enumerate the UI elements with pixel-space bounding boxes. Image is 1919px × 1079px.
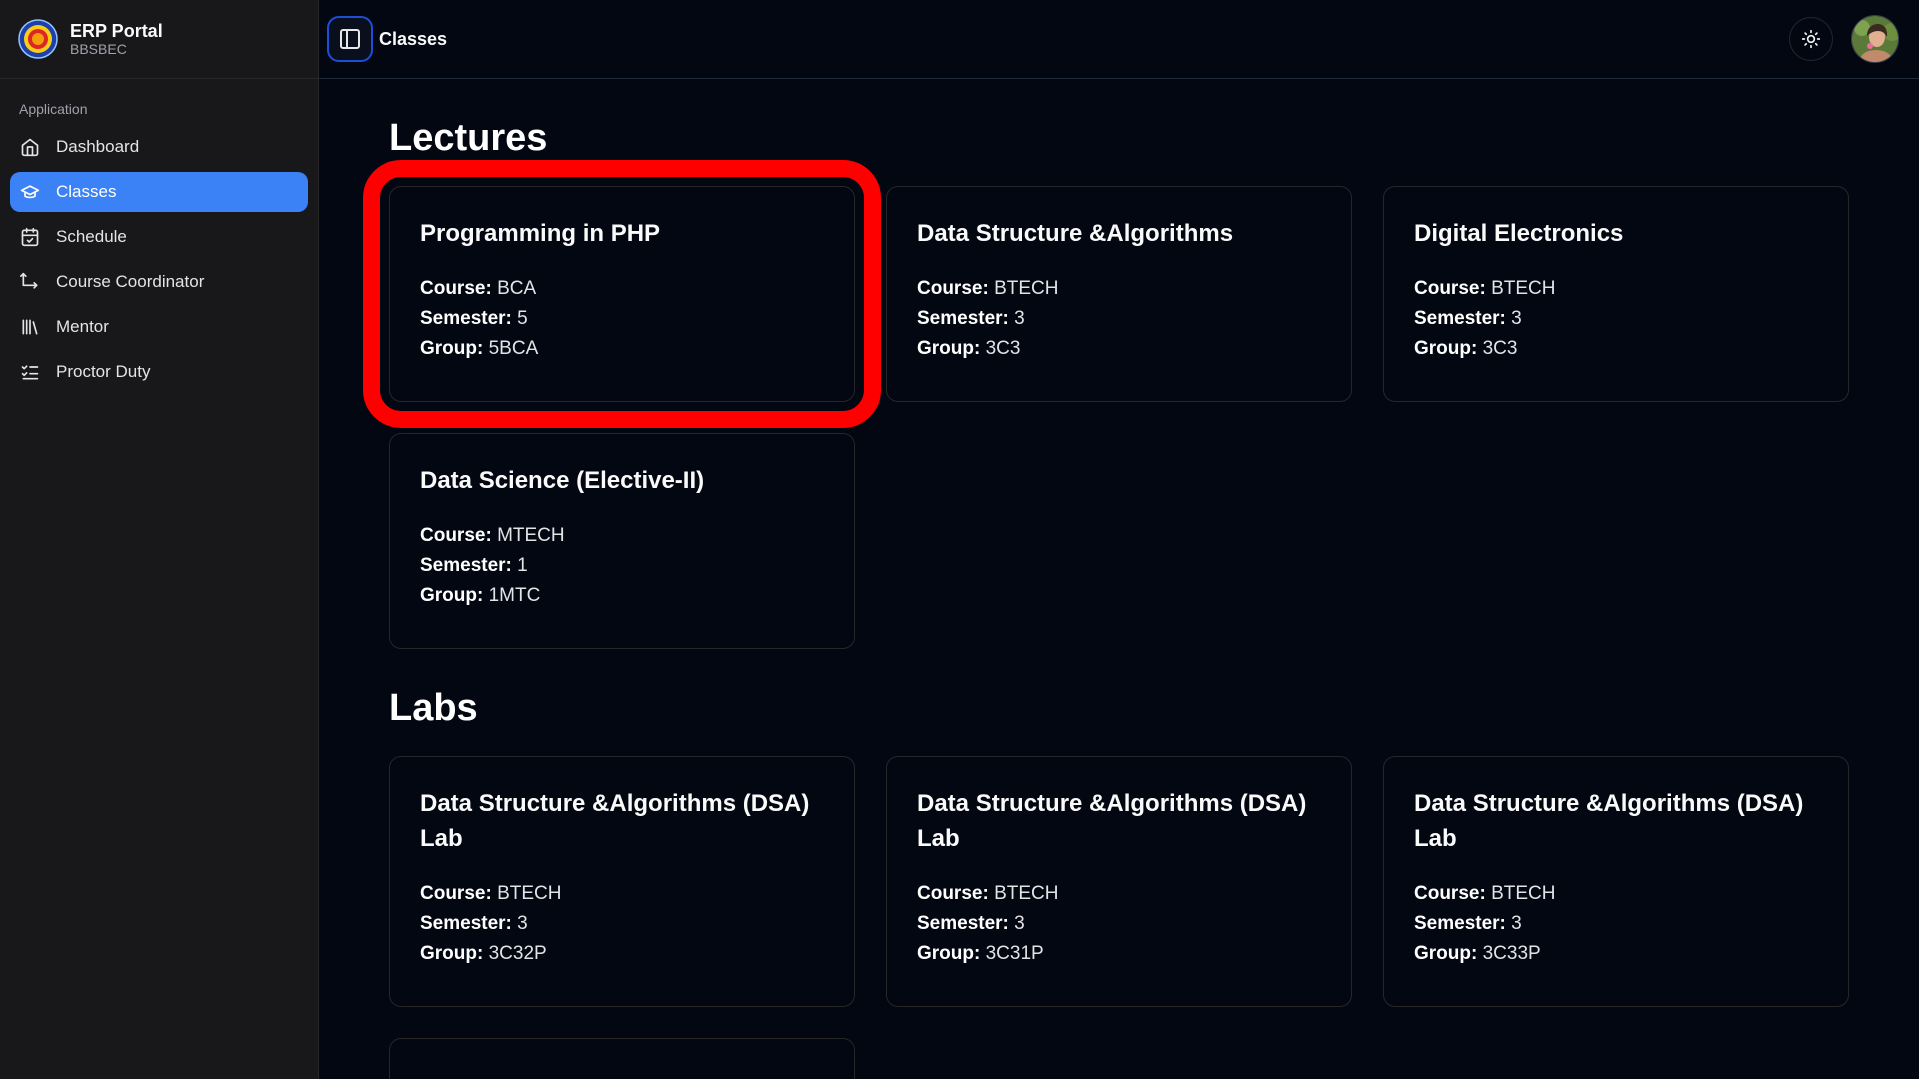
card-title: Programming in PHP xyxy=(420,220,661,247)
card-group: Group: 1MTC xyxy=(420,584,541,606)
card-course: Course: BTECH xyxy=(917,277,1059,299)
card-course: Course: MTECH xyxy=(420,524,565,546)
card-course: Course: BTECH xyxy=(420,882,562,904)
brand-subtitle: BBSBEC xyxy=(70,41,127,58)
sidebar-item-schedule[interactable]: Schedule xyxy=(10,217,308,257)
card-title: Digital Electronics xyxy=(1414,220,1624,247)
lectures-grid: Programming in PHP Course: BCA Semester:… xyxy=(363,160,1849,649)
sidebar-nav: Dashboard Classes Schedule Course Coordi… xyxy=(0,127,318,392)
calendar-icon xyxy=(21,227,39,247)
graduation-cap-icon xyxy=(20,185,40,199)
card-group: Group: 5BCA xyxy=(420,337,539,359)
library-icon xyxy=(22,319,38,335)
card-course: Course: BTECH xyxy=(1414,277,1556,299)
lecture-card-programming-in-php[interactable]: Programming in PHP Course: BCA Semester:… xyxy=(363,160,881,428)
sidebar-toggle-button[interactable] xyxy=(327,16,373,62)
lab-card-dsa-3c32p[interactable]: Data Structure &Algorithms (DSA) Lab Cou… xyxy=(389,756,855,1007)
card-semester: Semester: 3 xyxy=(917,307,1025,329)
brand[interactable]: ERP Portal BBSBEC xyxy=(0,0,318,79)
sidebar-item-label: Classes xyxy=(56,182,117,201)
lab-card-dsa-3c31p[interactable]: Data Structure &Algorithms (DSA) Lab Cou… xyxy=(886,756,1352,1007)
sidebar-item-classes[interactable]: Classes xyxy=(10,172,308,212)
card-group: Group: 3C33P xyxy=(1414,942,1541,964)
sidebar-item-dashboard[interactable]: Dashboard xyxy=(10,127,308,167)
labs-grid: Data Structure &Algorithms (DSA) Lab Cou… xyxy=(389,756,1849,1079)
card-group: Group: 3C3 xyxy=(1414,337,1518,359)
sidebar-item-label: Dashboard xyxy=(56,137,140,156)
sidebar-item-label: Proctor Duty xyxy=(56,362,151,381)
route-icon xyxy=(20,272,38,289)
card-group: Group: 3C31P xyxy=(917,942,1044,964)
lab-card-partial[interactable] xyxy=(389,1038,855,1079)
sidebar-item-proctor-duty[interactable]: Proctor Duty xyxy=(10,352,308,392)
card-group: Group: 3C32P xyxy=(420,942,547,964)
panel-left-icon xyxy=(340,29,360,49)
list-checks-icon xyxy=(21,365,39,380)
card-title: Data Structure &Algorithms xyxy=(917,220,1234,247)
classes-content: Lectures Programming in PHP Course: BCA … xyxy=(319,79,1919,1079)
lecture-card-data-science[interactable]: Data Science (Elective-II) Course: MTECH… xyxy=(389,433,855,649)
card-semester: Semester: 3 xyxy=(917,912,1025,934)
card-title: Data Structure &Algorithms (DSA) Lab xyxy=(917,790,1307,852)
lecture-card-digital-electronics[interactable]: Digital Electronics Course: BTECH Semest… xyxy=(1383,186,1849,402)
user-avatar[interactable] xyxy=(1851,15,1899,63)
sidebar-item-course-coordinator[interactable]: Course Coordinator xyxy=(10,262,308,302)
sun-icon xyxy=(1801,29,1821,49)
labs-heading: Labs xyxy=(389,687,478,729)
sidebar-item-mentor[interactable]: Mentor xyxy=(10,307,308,347)
lecture-card-data-structure-algorithms[interactable]: Data Structure &Algorithms Course: BTECH… xyxy=(886,186,1352,402)
card-semester: Semester: 3 xyxy=(420,912,528,934)
sidebar-item-label: Course Coordinator xyxy=(56,272,205,291)
topbar: Classes xyxy=(319,0,1919,79)
college-logo-icon xyxy=(18,19,58,59)
home-icon xyxy=(21,138,39,157)
card-course: Course: BCA xyxy=(420,277,537,299)
card-title: Data Structure &Algorithms (DSA) Lab xyxy=(420,790,810,852)
lab-card-dsa-3c33p[interactable]: Data Structure &Algorithms (DSA) Lab Cou… xyxy=(1383,756,1849,1007)
card-semester: Semester: 1 xyxy=(420,554,528,576)
lectures-section: Lectures Programming in PHP Course: BCA … xyxy=(363,117,1849,649)
card-group: Group: 3C3 xyxy=(917,337,1021,359)
card-title: Data Structure &Algorithms (DSA) Lab xyxy=(1414,790,1804,852)
avatar-image-icon xyxy=(1852,16,1898,62)
breadcrumb: Classes xyxy=(379,28,448,49)
card-semester: Semester: 5 xyxy=(420,307,528,329)
card-course: Course: BTECH xyxy=(917,882,1059,904)
nav-group-label: Application xyxy=(19,101,88,117)
card-semester: Semester: 3 xyxy=(1414,307,1522,329)
sidebar: ERP Portal BBSBEC Application Dashboard … xyxy=(0,0,319,1079)
brand-title: ERP Portal xyxy=(70,20,163,41)
main-area: Classes Lectures Programming in PHP Cour… xyxy=(319,0,1919,1079)
labs-section: Labs Data Structure &Algorithms (DSA) La… xyxy=(389,687,1849,1079)
sidebar-item-label: Mentor xyxy=(56,317,109,336)
card-semester: Semester: 3 xyxy=(1414,912,1522,934)
sidebar-item-label: Schedule xyxy=(56,227,127,246)
card-title: Data Science (Elective-II) xyxy=(420,467,705,494)
theme-toggle-button[interactable] xyxy=(1789,17,1833,61)
card-course: Course: BTECH xyxy=(1414,882,1556,904)
lectures-heading: Lectures xyxy=(389,117,548,159)
